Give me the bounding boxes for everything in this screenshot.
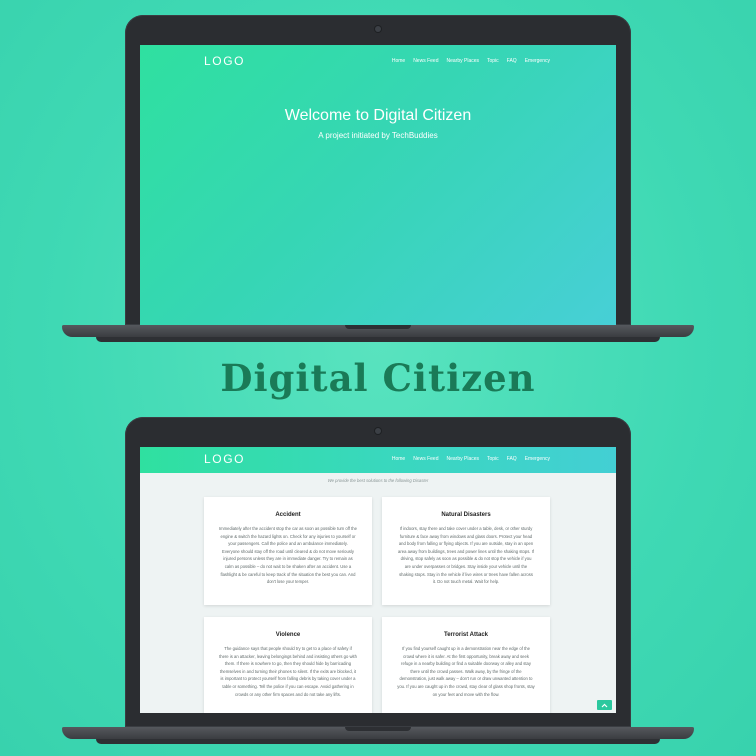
nav-item-home[interactable]: Home [392, 58, 405, 64]
nav-item-faq[interactable]: FAQ [507, 456, 517, 462]
camera-icon [375, 428, 381, 434]
nav-item-nearby-places[interactable]: Nearby Places [446, 456, 479, 462]
card-title: Violence [275, 632, 301, 638]
top-navbar: LOGO Home News Feed Nearby Places Topic … [140, 45, 616, 79]
laptop-lid: LOGO Home News Feed Nearby Places Topic … [125, 417, 631, 727]
card-body: Immediately after the accident stop the … [219, 526, 357, 585]
site-logo[interactable]: LOGO [204, 452, 245, 466]
section-tagline: We provide the best solutions to the fol… [327, 478, 429, 483]
card-natural-disasters: Natural Disasters If indoors, stay there… [382, 497, 550, 605]
card-terrorist-attack: Terrorist Attack If you find yourself ca… [382, 617, 550, 713]
card-title: Accident [275, 512, 301, 518]
nav-item-topic[interactable]: Topic [487, 456, 499, 462]
hero-screen: LOGO Home News Feed Nearby Places Topic … [140, 45, 616, 325]
scroll-top-button[interactable] [597, 700, 612, 710]
hero-subtitle: A project initiated by TechBuddies [318, 131, 438, 140]
hero-title: Welcome to Digital Citizen [284, 107, 472, 124]
nav-item-news-feed[interactable]: News Feed [413, 58, 438, 64]
content-screen: LOGO Home News Feed Nearby Places Topic … [140, 447, 616, 713]
card-violence: Violence The guidance says that people s… [204, 617, 372, 713]
nav-menu: Home News Feed Nearby Places Topic FAQ E… [392, 456, 550, 462]
nav-item-home[interactable]: Home [392, 456, 405, 462]
nav-item-faq[interactable]: FAQ [507, 58, 517, 64]
card-body: The guidance says that people should try… [219, 646, 357, 697]
card-body: If indoors, stay there and take cover un… [398, 526, 534, 585]
nav-menu: Home News Feed Nearby Places Topic FAQ E… [392, 58, 550, 64]
top-navbar: LOGO Home News Feed Nearby Places Topic … [140, 447, 616, 473]
card-body: If you find yourself caught up in a demo… [397, 646, 535, 697]
page-title: Digital Citizen [220, 356, 536, 400]
nav-item-topic[interactable]: Topic [487, 58, 499, 64]
nav-item-news-feed[interactable]: News Feed [413, 456, 438, 462]
laptop-foot [96, 739, 660, 744]
laptop-lid: LOGO Home News Feed Nearby Places Topic … [125, 15, 631, 325]
card-title: Terrorist Attack [443, 632, 488, 638]
laptop-base [62, 325, 694, 337]
nav-item-emergency[interactable]: Emergency [525, 58, 550, 64]
laptop-foot [96, 337, 660, 342]
site-logo[interactable]: LOGO [204, 54, 245, 68]
card-title: Natural Disasters [441, 512, 491, 518]
laptop-base [62, 727, 694, 739]
nav-item-nearby-places[interactable]: Nearby Places [446, 58, 479, 64]
camera-icon [375, 26, 381, 32]
nav-item-emergency[interactable]: Emergency [525, 456, 550, 462]
chevron-up-icon [601, 703, 608, 707]
card-accident: Accident Immediately after the accident … [204, 497, 372, 605]
